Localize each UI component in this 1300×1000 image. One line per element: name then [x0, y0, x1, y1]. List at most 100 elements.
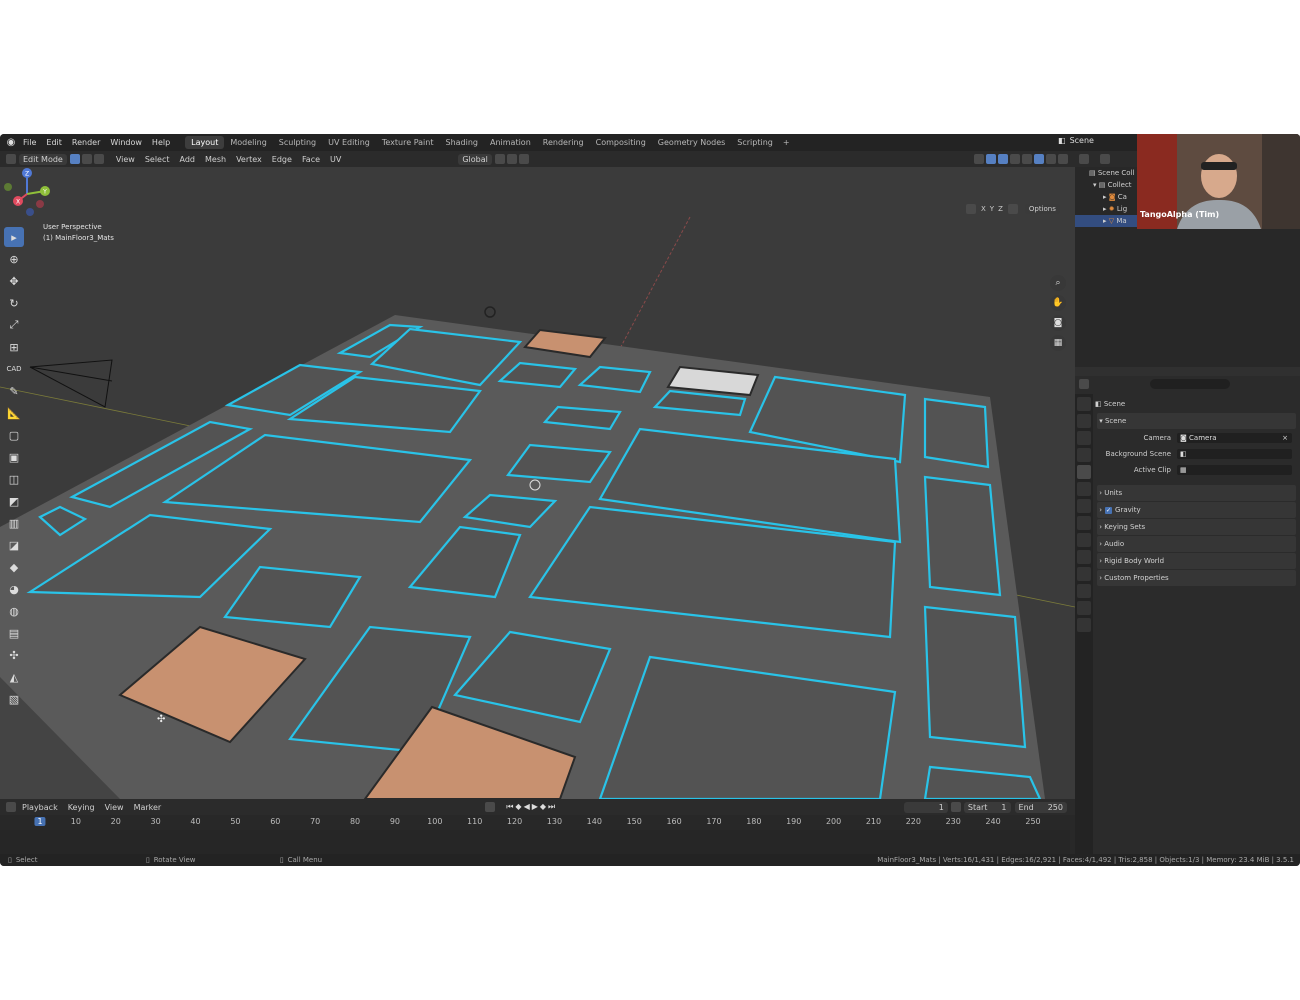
menu-timeline-view[interactable]: View: [100, 803, 129, 812]
edge-select-icon[interactable]: [81, 154, 92, 164]
tab-animation[interactable]: Animation: [484, 136, 537, 149]
axis-z-toggle[interactable]: Z: [998, 205, 1003, 213]
shading-solid-icon[interactable]: [1034, 154, 1044, 164]
tab-sculpting[interactable]: Sculpting: [273, 136, 322, 149]
tab-compositing[interactable]: Compositing: [590, 136, 652, 149]
start-frame-field[interactable]: Start 1: [963, 801, 1011, 813]
add-cube-tool[interactable]: ▢: [4, 425, 24, 445]
menu-file[interactable]: File: [18, 138, 41, 147]
ortho-grid-icon[interactable]: ▦: [1050, 335, 1066, 351]
axis-y-toggle[interactable]: Y: [990, 205, 994, 213]
render-tab-icon[interactable]: [1077, 414, 1091, 428]
shear-tool[interactable]: ◭: [4, 667, 24, 687]
shading-material-icon[interactable]: [1046, 154, 1056, 164]
tile[interactable]: [923, 397, 990, 469]
annotate-tool[interactable]: ✎: [4, 381, 24, 401]
gravity-checkbox[interactable]: ✓: [1105, 506, 1113, 514]
knife-tool[interactable]: ◪: [4, 535, 24, 555]
edge-slide-tool[interactable]: ▤: [4, 623, 24, 643]
xray-icon[interactable]: [1010, 154, 1020, 164]
timeline-editor-icon[interactable]: [6, 802, 16, 812]
scale-tool[interactable]: ⤢: [4, 315, 24, 335]
gizmo-neg-x-icon[interactable]: [36, 200, 44, 208]
menu-playback[interactable]: Playback: [17, 803, 63, 812]
camera-field[interactable]: ◙ Camera ×: [1177, 433, 1292, 443]
record-icon[interactable]: [485, 802, 496, 812]
options-dropdown[interactable]: Options: [1024, 204, 1060, 214]
particles-tab-icon[interactable]: [1077, 550, 1091, 564]
measure-tool[interactable]: 📐: [4, 403, 24, 423]
gravity-panel[interactable]: › ✓ Gravity: [1097, 502, 1296, 518]
gizmo-neg-y-icon[interactable]: [4, 183, 12, 191]
menu-mesh[interactable]: Mesh: [200, 155, 231, 164]
menu-render[interactable]: Render: [67, 138, 105, 147]
tab-scripting[interactable]: Scripting: [731, 136, 779, 149]
spin-tool[interactable]: ◕: [4, 579, 24, 599]
menu-add[interactable]: Add: [175, 155, 201, 164]
tile[interactable]: [923, 475, 1002, 597]
material-tab-icon[interactable]: [1077, 618, 1091, 632]
tab-modeling[interactable]: Modeling: [224, 136, 272, 149]
menu-vertex[interactable]: Vertex: [231, 155, 267, 164]
clock-icon[interactable]: [950, 802, 961, 812]
properties-editor-icon[interactable]: [1079, 379, 1089, 389]
smooth-tool[interactable]: ◍: [4, 601, 24, 621]
background-scene-field[interactable]: ◧: [1177, 449, 1292, 459]
menu-select[interactable]: Select: [140, 155, 175, 164]
constraints-tab-icon[interactable]: [1077, 584, 1091, 598]
collection-tab-icon[interactable]: [1077, 499, 1091, 513]
outliner-editor-icon[interactable]: [1079, 154, 1089, 164]
face-select-icon[interactable]: [93, 154, 104, 164]
auto-merge-icon[interactable]: [1007, 204, 1018, 214]
add-workspace-icon[interactable]: +: [779, 138, 794, 147]
menu-window[interactable]: Window: [105, 138, 147, 147]
tile[interactable]: [923, 605, 1027, 749]
3d-viewport[interactable]: ✣ ▸ ⊕ ✥ ↻ ⤢ ⊞ CAD ✎ 📐 ▢ ▣ ◫ ◩ ▥ ◪ ◆ ◕ ◍ …: [0, 167, 1075, 799]
cursor-tool[interactable]: ⊕: [4, 249, 24, 269]
audio-panel[interactable]: › Audio: [1097, 536, 1296, 552]
vertex-select-icon[interactable]: [69, 154, 80, 164]
select-box-tool[interactable]: ▸: [4, 227, 24, 247]
camera-view-icon[interactable]: ◙: [1050, 315, 1066, 331]
shrink-tool[interactable]: ✣: [4, 645, 24, 665]
keying-sets-panel[interactable]: › Keying Sets: [1097, 519, 1296, 535]
proportional-edit-icon[interactable]: [518, 154, 529, 164]
gizmo-toggle-icon[interactable]: [986, 154, 996, 164]
cad-tool[interactable]: CAD: [4, 359, 24, 379]
units-panel[interactable]: › Units: [1097, 485, 1296, 501]
extrude-tool[interactable]: ▣: [4, 447, 24, 467]
rigid-body-world-panel[interactable]: › Rigid Body World: [1097, 553, 1296, 569]
clear-icon[interactable]: ×: [1282, 434, 1288, 442]
modifier-tab-icon[interactable]: [1077, 533, 1091, 547]
data-tab-icon[interactable]: [1077, 601, 1091, 615]
mode-dropdown[interactable]: Edit Mode: [19, 153, 67, 165]
navigation-gizmo[interactable]: Z Y X: [0, 167, 55, 222]
menu-face[interactable]: Face: [297, 155, 325, 164]
menu-edge[interactable]: Edge: [267, 155, 297, 164]
menu-edit[interactable]: Edit: [41, 138, 67, 147]
inset-tool[interactable]: ◫: [4, 469, 24, 489]
zoom-icon[interactable]: ⌕: [1050, 275, 1066, 291]
tab-texture-paint[interactable]: Texture Paint: [376, 136, 440, 149]
menu-keying[interactable]: Keying: [63, 803, 100, 812]
rotate-tool[interactable]: ↻: [4, 293, 24, 313]
object-tab-icon[interactable]: [1077, 516, 1091, 530]
physics-tab-icon[interactable]: [1077, 567, 1091, 581]
menu-uv[interactable]: UV: [325, 155, 346, 164]
menu-marker[interactable]: Marker: [129, 803, 167, 812]
axis-x-toggle[interactable]: X: [981, 205, 986, 213]
scene-panel-header[interactable]: ▾ Scene: [1097, 413, 1296, 429]
output-tab-icon[interactable]: [1077, 431, 1091, 445]
playback-controls-icon[interactable]: ⏮◆◀▶◆⏭: [506, 802, 557, 812]
loop-cut-tool[interactable]: ▥: [4, 513, 24, 533]
editor-type-icon[interactable]: [6, 154, 16, 164]
move-tool[interactable]: ✥: [4, 271, 24, 291]
gizmo-neg-z-icon[interactable]: [26, 208, 34, 216]
custom-properties-panel[interactable]: › Custom Properties: [1097, 570, 1296, 586]
current-frame-field[interactable]: 1: [903, 801, 948, 813]
shading-render-icon[interactable]: [1058, 154, 1068, 164]
shading-wire-icon[interactable]: [1022, 154, 1032, 164]
overlay-toggle-icon[interactable]: [998, 154, 1008, 164]
viewport-canvas[interactable]: ✣: [0, 167, 1075, 799]
tab-layout[interactable]: Layout: [185, 136, 225, 149]
